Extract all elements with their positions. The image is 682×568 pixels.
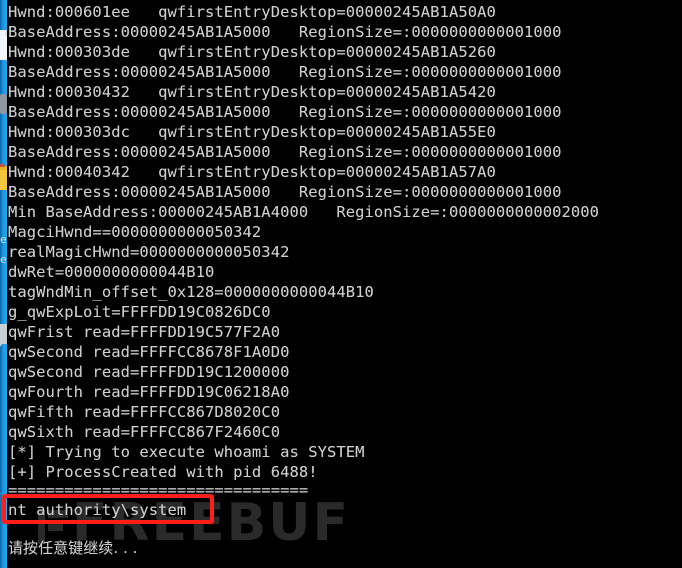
console-line: BaseAddress:00000245AB1A5000 RegionSize=… [8,143,562,161]
console-line: qwSecond read=FFFFCC8678F1A0D0 [8,343,290,361]
console-window-screenshot: e e FREEBUF Hwnd:000601ee qwfirstEntryDe… [0,0,682,568]
console-line: tagWndMin_offset_0x128=0000000000044B10 [8,283,374,301]
console-line: qwFifth read=FFFFCC867D8020C0 [8,403,281,421]
console-line: BaseAddress:00000245AB1A5000 RegionSize=… [8,183,562,201]
console-line: dwRet=0000000000044B10 [8,263,215,281]
console-line-status-created: [+] ProcessCreated with pid 6488! [8,463,318,481]
console-line: BaseAddress:00000245AB1A5000 RegionSize=… [8,23,562,41]
console-line-whoami-result: nt authority\system [8,501,187,519]
console-line: realMagicHwnd=0000000000050342 [8,243,290,261]
console-line: qwSecond read=FFFFDD19C1200000 [8,363,290,381]
console-line: Hwnd:000303dc qwfirstEntryDesktop=000002… [8,123,496,141]
console-line-status-trying: [*] Trying to execute whoami as SYSTEM [8,443,365,461]
console-line: Hwnd:000303de qwfirstEntryDesktop=000002… [8,43,496,61]
console-line: BaseAddress:00000245AB1A5000 RegionSize=… [8,103,562,121]
console-line: Hwnd:00040342 qwfirstEntryDesktop=000002… [8,163,496,181]
console-separator-line: ================================ [8,481,309,499]
console-line: Min BaseAddress:00000245AB1A4000 RegionS… [8,203,600,221]
console-line: g_qwExpLoit=FFFFDD19C0826DC0 [8,303,271,321]
console-line: Hwnd:000601ee qwfirstEntryDesktop=000002… [8,3,496,21]
console-line: qwFourth read=FFFFDD19C06218A0 [8,383,290,401]
console-line: MagciHwnd==0000000000050342 [8,223,262,241]
console-line: BaseAddress:00000245AB1A5000 RegionSize=… [8,63,562,81]
console-line-press-any-key: 请按任意键继续. . . [8,539,138,557]
console-line: qwSixth read=FFFFCC867F2460C0 [8,423,281,441]
console-line: qwFrist read=FFFFDD19C577F2A0 [8,323,281,341]
console-text-output: Hwnd:000601ee qwfirstEntryDesktop=000002… [0,0,682,568]
console-line: Hwnd:00030432 qwfirstEntryDesktop=000002… [8,83,496,101]
